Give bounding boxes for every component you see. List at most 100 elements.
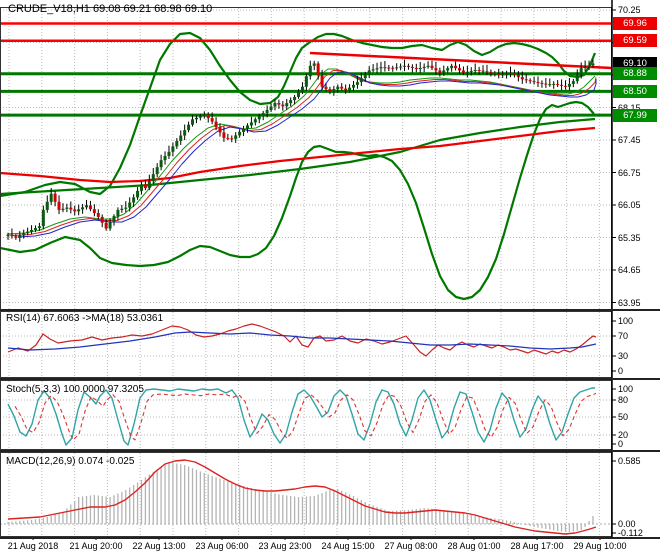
panel-divider-rsi-stoch[interactable]: [0, 378, 660, 380]
candle-up: [77, 209, 81, 212]
time-axis-label: 22 Aug 13:00: [132, 541, 186, 551]
candle-down: [516, 74, 520, 78]
candle-down: [512, 72, 516, 75]
stoch-axis-label: 0: [618, 439, 624, 449]
panel-divider-macd-time[interactable]: [0, 537, 660, 539]
candle-up: [26, 231, 30, 234]
candle-up: [575, 74, 579, 82]
candle-down: [556, 83, 560, 85]
candle-up: [375, 68, 379, 70]
candle-up: [65, 207, 69, 209]
candle-down: [493, 72, 497, 75]
candle-up: [371, 69, 375, 71]
candle-down: [57, 201, 61, 210]
candle-up: [446, 68, 450, 71]
candle-up: [300, 86, 304, 92]
candle-up: [591, 63, 595, 66]
price-badge-68.88: 68.88: [613, 67, 657, 81]
candle-up: [469, 70, 473, 72]
macd-axis-label: 0.585: [618, 456, 641, 466]
candle-down: [528, 80, 532, 82]
candle-up: [273, 103, 277, 107]
stoch-axis-label: 100: [618, 384, 634, 394]
chart-title: CRUDE_V18,H1 69.08 69.21 68.98 69.10: [8, 3, 213, 15]
candle-up: [509, 72, 513, 74]
candle-up: [297, 91, 301, 97]
candle-down: [226, 137, 230, 139]
stoch-axis-label: 50: [618, 412, 629, 422]
candle-up: [132, 197, 136, 203]
candle-up: [265, 109, 269, 114]
candle-up: [257, 116, 261, 120]
candle-down: [485, 71, 489, 73]
candle-down: [520, 77, 524, 80]
time-axis-label: 23 Aug 06:00: [195, 541, 249, 551]
candle-up: [120, 208, 124, 210]
price-axis-label: 67.45: [618, 135, 641, 145]
price-axis-label: 65.35: [618, 232, 641, 243]
descending-trendline: [309, 51, 613, 70]
candle-down: [324, 86, 328, 90]
candle-down: [316, 63, 320, 76]
rsi-axis-label: 100: [618, 316, 634, 326]
candle-up: [61, 208, 65, 210]
candle-up: [81, 207, 85, 210]
candle-down: [391, 67, 395, 69]
candle-up: [293, 96, 297, 101]
candle-down: [489, 71, 493, 73]
candle-up: [567, 83, 571, 87]
price-badge-68.50: 68.50: [613, 84, 657, 98]
candle-down: [222, 132, 226, 138]
candle-down: [532, 81, 536, 83]
candle-down: [383, 67, 387, 69]
rsi-indicator-label: RSI(14) 67.6063 ->MA(18) 53.0361: [6, 313, 164, 324]
price-axis-label: 64.65: [618, 265, 641, 275]
time-axis-label: 28 Aug 01:00: [447, 541, 501, 551]
candle-up: [332, 89, 336, 92]
candle-down: [406, 65, 410, 67]
candle-up: [399, 66, 403, 68]
candle-up: [159, 160, 163, 168]
candle-up: [163, 156, 167, 161]
candle-up: [167, 151, 171, 157]
candle-up: [583, 66, 587, 69]
candle-up: [147, 181, 151, 189]
chart-canvas[interactable]: [0, 0, 660, 560]
candle-up: [403, 65, 407, 67]
candle-down: [210, 118, 214, 122]
candle-down: [104, 222, 108, 229]
candle-up: [187, 124, 191, 131]
candle-down: [481, 70, 485, 72]
candle-down: [430, 65, 434, 69]
candle-up: [304, 76, 308, 87]
candle-up: [179, 135, 183, 141]
candle-up: [253, 119, 257, 123]
fast-ma-green: [7, 68, 596, 235]
candle-up: [33, 228, 37, 230]
rsi-ma-line: [7, 331, 597, 351]
time-axis-label: 29 Aug 10:00: [573, 541, 627, 551]
candle-up: [112, 216, 116, 223]
candle-down: [457, 68, 461, 71]
candle-down: [281, 104, 285, 107]
candle-down: [477, 69, 481, 71]
candle-up: [238, 131, 242, 136]
time-axis-label: 21 Aug 20:00: [69, 541, 123, 551]
candle-up: [155, 167, 159, 175]
candle-up: [242, 128, 246, 132]
candle-up: [136, 190, 140, 198]
candle-up: [198, 116, 202, 118]
candle-up: [37, 226, 41, 229]
candle-up: [22, 233, 26, 236]
rsi-axis-label: 70: [618, 331, 629, 341]
candle-down: [497, 74, 501, 76]
time-axis-label: 24 Aug 15:00: [321, 541, 375, 551]
panel-divider-main-rsi[interactable]: [0, 309, 660, 311]
bollinger-lower-band: [0, 100, 595, 301]
candle-down: [214, 121, 218, 128]
candle-down: [434, 68, 438, 71]
panel-divider-stoch-macd[interactable]: [0, 450, 660, 452]
stoch-axis-label: 80: [618, 395, 629, 405]
slow-ma-green: [0, 117, 596, 196]
candle-down: [73, 209, 77, 212]
